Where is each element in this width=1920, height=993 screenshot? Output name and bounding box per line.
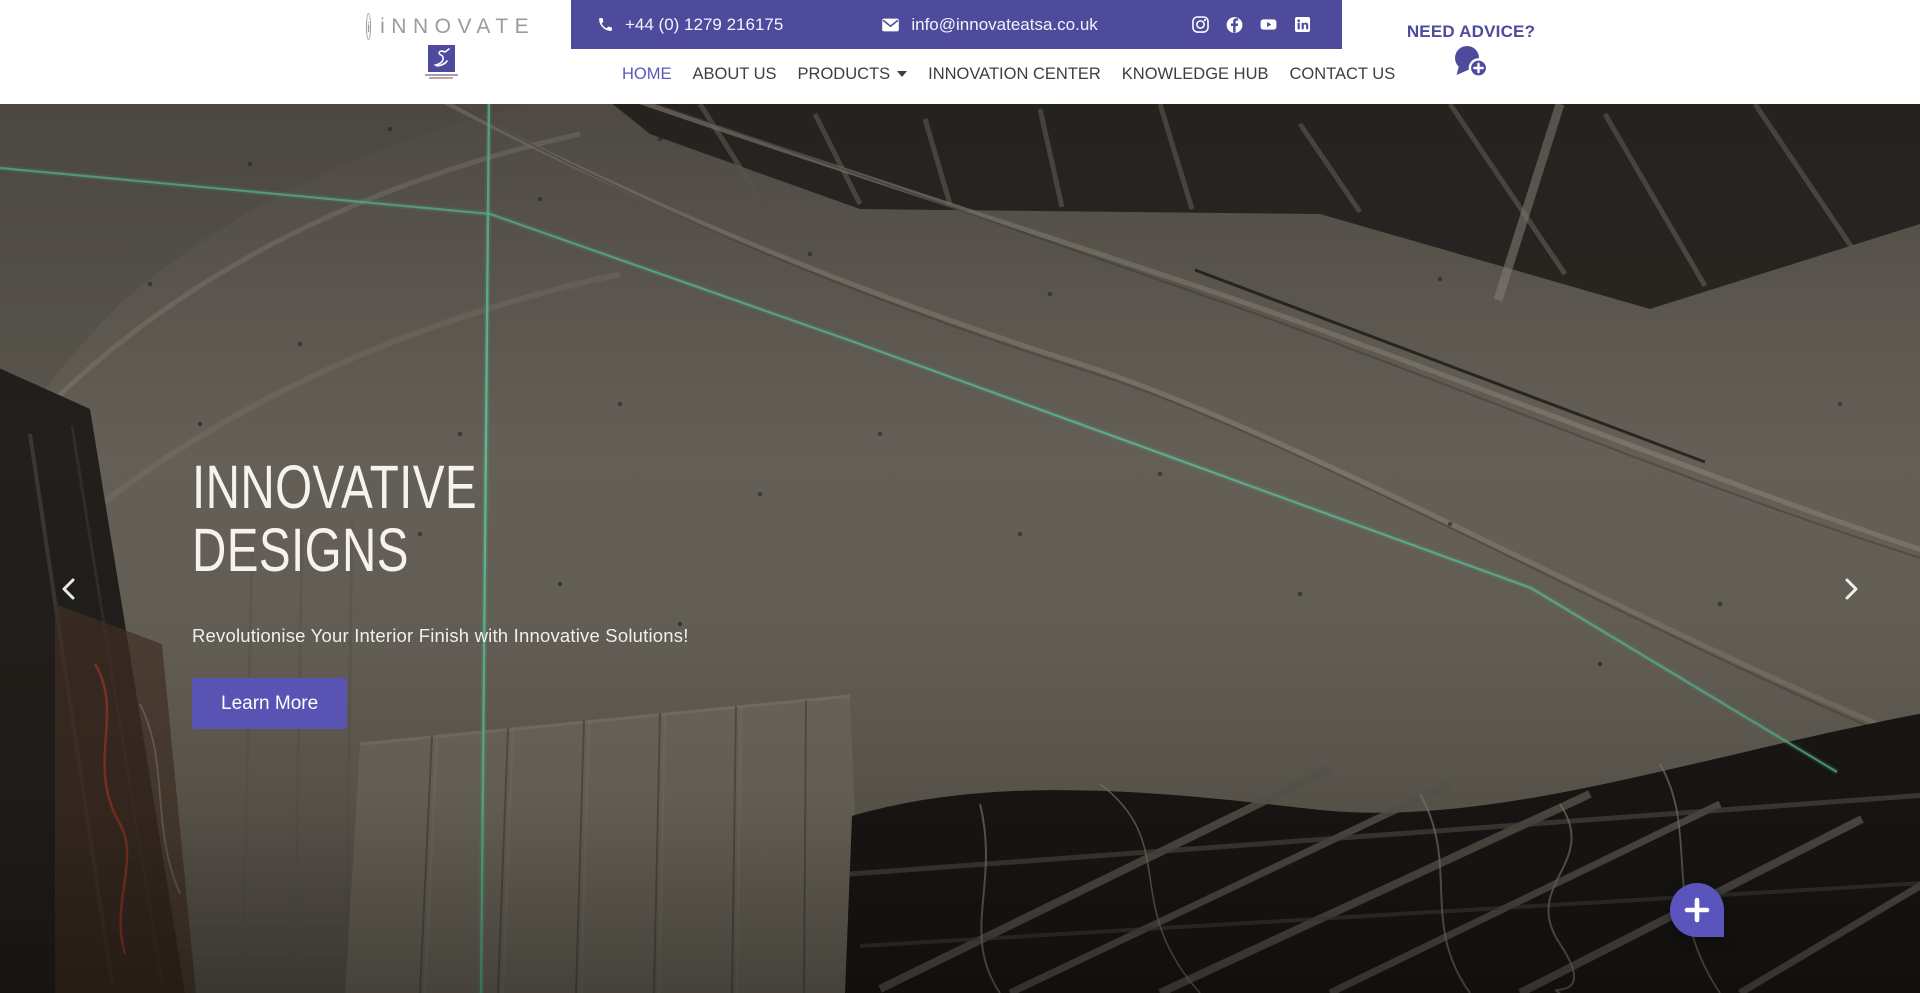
logo-sa-mark bbox=[366, 45, 516, 79]
learn-more-button[interactable]: Learn More bbox=[192, 678, 347, 729]
plus-icon bbox=[1682, 895, 1712, 925]
chevron-left-icon bbox=[56, 574, 82, 604]
social-links bbox=[1191, 15, 1312, 34]
chat-plus-icon bbox=[1452, 45, 1490, 79]
phone-link[interactable]: +44 (0) 1279 216175 bbox=[597, 15, 783, 35]
sa-solutions-icon bbox=[428, 45, 455, 72]
hero-subtitle: Revolutionise Your Interior Finish with … bbox=[192, 625, 689, 647]
logo-circle-i-icon: i bbox=[366, 13, 371, 40]
youtube-link[interactable] bbox=[1259, 15, 1278, 34]
sa-text-line bbox=[425, 74, 458, 76]
nav-item-products[interactable]: PRODUCTS bbox=[798, 65, 908, 84]
phone-number: +44 (0) 1279 216175 bbox=[625, 15, 783, 35]
hero-heading-line2: DESIGNS bbox=[192, 519, 579, 582]
carousel-prev-button[interactable] bbox=[56, 574, 82, 604]
brand-logo[interactable]: i iNNOVATE bbox=[366, 13, 516, 79]
sa-text-line bbox=[429, 77, 453, 79]
site-header: i iNNOVATE +44 (0) 1279 216175 info@inno… bbox=[0, 0, 1920, 104]
chevron-right-icon bbox=[1838, 574, 1864, 604]
nav-item-home[interactable]: HOME bbox=[622, 65, 672, 84]
carousel-next-button[interactable] bbox=[1838, 574, 1864, 604]
chevron-down-icon bbox=[897, 71, 907, 77]
email-link[interactable]: info@innovateatsa.co.uk bbox=[881, 15, 1097, 35]
main-navigation: HOME ABOUT US PRODUCTS INNOVATION CENTER… bbox=[622, 49, 1395, 99]
hero-content: INNOVATIVE DESIGNS Revolutionise Your In… bbox=[192, 456, 689, 729]
instagram-icon bbox=[1191, 15, 1210, 34]
linkedin-link[interactable] bbox=[1293, 15, 1312, 34]
linkedin-icon bbox=[1293, 15, 1312, 34]
phone-icon bbox=[597, 16, 614, 33]
nav-item-about-us[interactable]: ABOUT US bbox=[693, 65, 777, 84]
nav-item-innovation-center[interactable]: INNOVATION CENTER bbox=[928, 65, 1101, 84]
floating-plus-button[interactable] bbox=[1670, 883, 1724, 937]
email-icon bbox=[881, 17, 900, 33]
hero-heading: INNOVATIVE DESIGNS bbox=[192, 456, 579, 582]
nav-item-knowledge-hub[interactable]: KNOWLEDGE HUB bbox=[1122, 65, 1269, 84]
hero-heading-line1: INNOVATIVE bbox=[192, 456, 579, 519]
logo-wordmark: iNNOVATE bbox=[380, 15, 535, 39]
instagram-link[interactable] bbox=[1191, 15, 1210, 34]
nav-item-products-label: PRODUCTS bbox=[798, 65, 891, 84]
youtube-icon bbox=[1259, 15, 1278, 34]
hero-slider: INNOVATIVE DESIGNS Revolutionise Your In… bbox=[0, 104, 1920, 993]
need-advice-label: NEED ADVICE? bbox=[1395, 22, 1547, 42]
nav-item-contact-us[interactable]: CONTACT US bbox=[1289, 65, 1395, 84]
facebook-link[interactable] bbox=[1225, 15, 1244, 34]
top-contact-bar: +44 (0) 1279 216175 info@innovateatsa.co… bbox=[571, 0, 1342, 49]
email-address: info@innovateatsa.co.uk bbox=[911, 15, 1097, 35]
facebook-icon bbox=[1225, 15, 1244, 35]
need-advice-widget[interactable]: NEED ADVICE? bbox=[1395, 22, 1547, 84]
